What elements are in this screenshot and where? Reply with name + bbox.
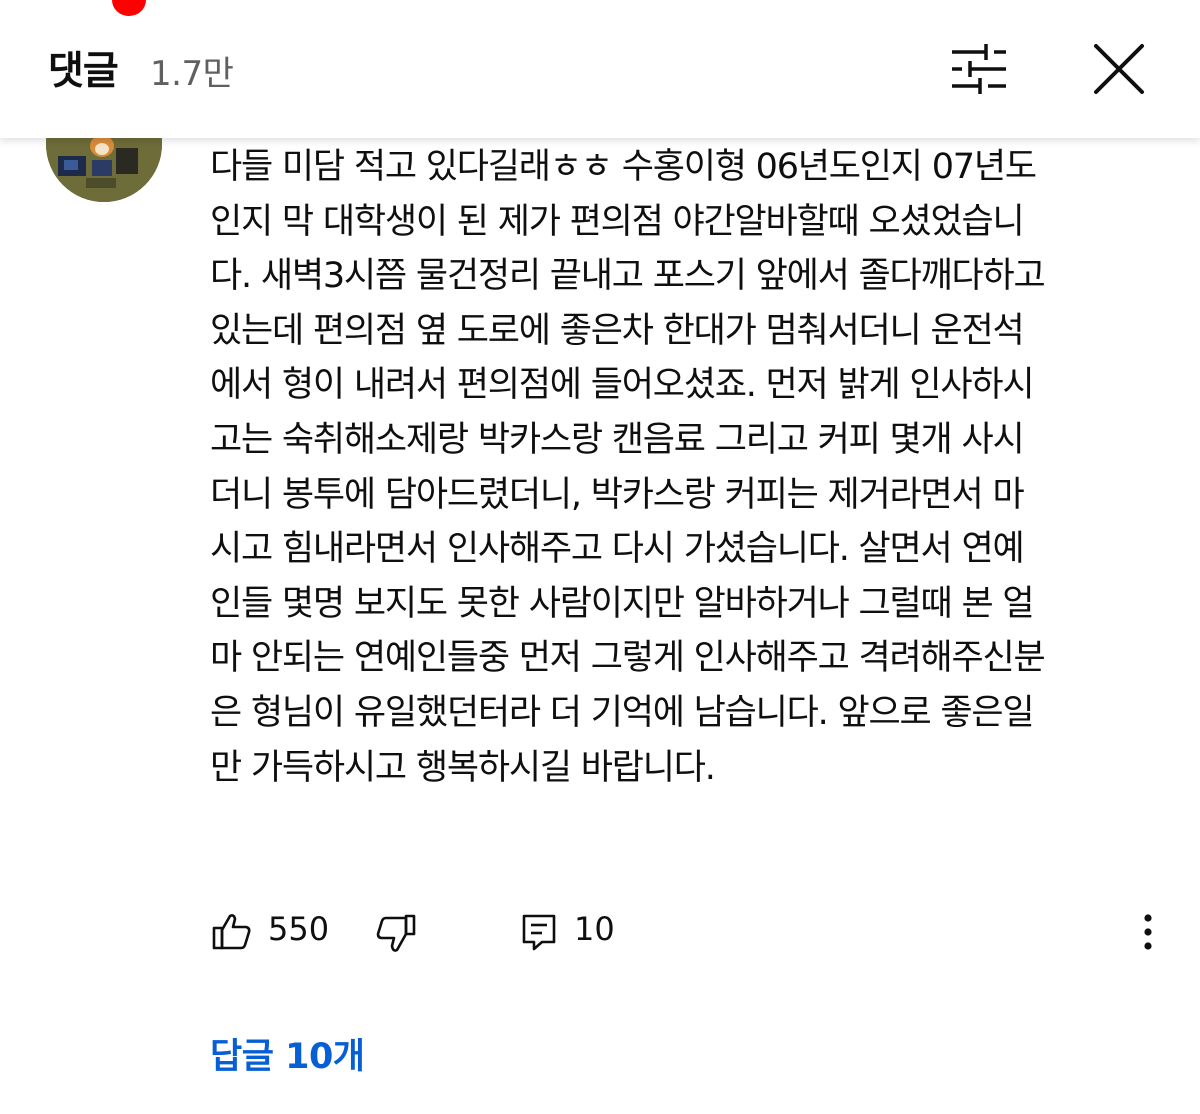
comments-panel: 댓글 1.7만 다들 미담 적고 있다길래ㅎㅎ 수홍이형 06년도인지 07년도… <box>0 0 1200 1114</box>
view-replies-link[interactable]: 답글 10개 <box>210 1028 365 1079</box>
comment-actions: 550 10 <box>210 904 1170 960</box>
comment-line: 고는 숙취해소제랑 박카스랑 캔음료 그리고 커피 몇개 사시 <box>210 419 1025 460</box>
close-icon <box>1094 44 1144 94</box>
more-vert-icon <box>1144 914 1152 950</box>
dislike-button[interactable] <box>374 912 418 956</box>
comment-line: 만 가득하시고 행복하시길 바랍니다. <box>210 747 716 788</box>
comments-header: 댓글 1.7만 <box>0 0 1200 138</box>
comment-line: 다들 미담 적고 있다길래ㅎㅎ 수홍이형 06년도인지 07년도 <box>210 147 1037 187</box>
comment-line: 더니 봉투에 담아드렸더니, 박카스랑 커피는 제거라면서 마 <box>210 474 1025 515</box>
comment-line: 시고 힘내라면서 인사해주고 다시 가셨습니다. 살면서 연예 <box>210 529 1025 570</box>
comment-line: 은 형님이 유일했던터라 더 기억에 남습니다. 앞으로 좋은일 <box>210 692 1035 733</box>
close-button[interactable] <box>1086 38 1152 100</box>
like-button[interactable] <box>210 910 254 954</box>
like-count: 550 <box>268 910 330 948</box>
reply-button[interactable] <box>520 912 560 952</box>
thumbs-up-icon <box>212 914 251 950</box>
comment-line: 있는데 편의점 옆 도로에 좋은차 한대가 멈춰서더니 운전석 <box>210 310 1025 351</box>
comment-icon <box>522 914 556 951</box>
comment-line: 인들 몇명 보지도 못한 사람이지만 알바하거나 그럴때 본 얼 <box>210 583 1035 624</box>
comments-title: 댓글 <box>48 49 119 94</box>
reply-count: 10 <box>574 910 615 948</box>
sort-filter-icon <box>952 44 1006 94</box>
comment-body: 다들 미담 적고 있다길래ㅎㅎ 수홍이형 06년도인지 07년도 인지 막 대학… <box>210 140 1160 795</box>
comments-count: 1.7만 <box>150 54 234 94</box>
comment-line: 다. 새벽3시쯤 물건정리 끝내고 포스기 앞에서 졸다깨다하고 <box>210 256 1046 297</box>
comment-line: 마 안되는 연예인들중 먼저 그렇게 인사해주고 격려해주신분 <box>210 638 1046 679</box>
more-options-button[interactable] <box>1134 908 1162 956</box>
sort-button[interactable] <box>946 40 1012 98</box>
comment-line: 에서 형이 내려서 편의점에 들어오셨죠. 먼저 밝게 인사하시 <box>210 365 1035 406</box>
notification-dot <box>112 0 146 16</box>
comment-line: 인지 막 대학생이 된 제가 편의점 야간알바할때 오셨었습니 <box>210 201 1025 242</box>
thumbs-down-icon <box>376 914 416 952</box>
